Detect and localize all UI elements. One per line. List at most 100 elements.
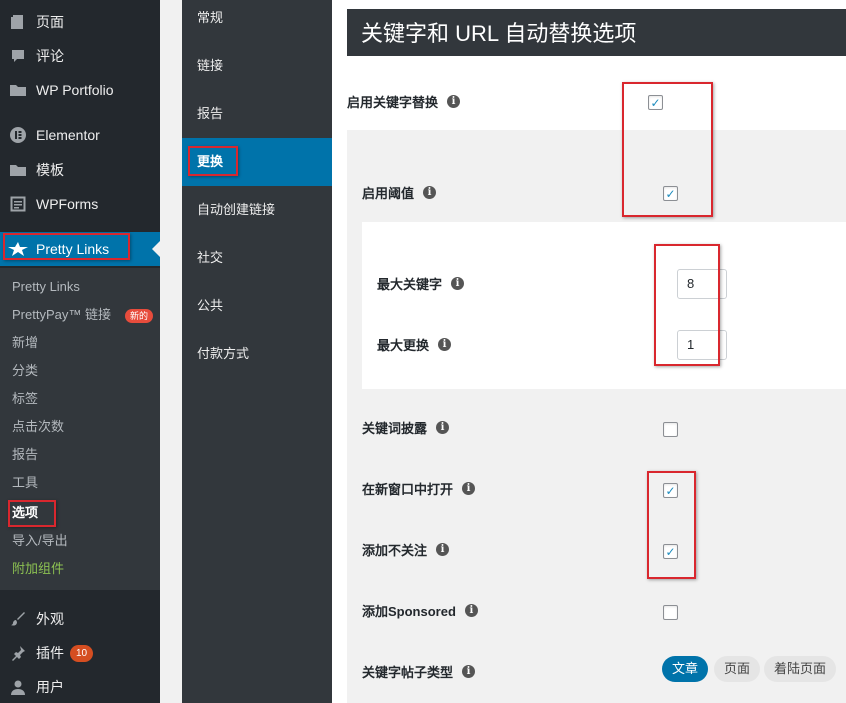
post-type-pill-posts[interactable]: 文章 <box>662 656 709 682</box>
enable-keyword-replace-checkbox[interactable]: ✓ <box>648 95 663 110</box>
wpforms-icon <box>0 196 36 212</box>
options-tab-auto-create[interactable]: 自动创建链接 <box>182 186 332 234</box>
option-row-enable-keyword-replace: 启用关键字替换 i <box>347 92 461 111</box>
options-panel: 关键字和 URL 自动替换选项 启用关键字替换 i ✓ 启用阈值 i ✓ 最大关键字… <box>332 0 846 703</box>
menu-item-comments[interactable]: 评论 <box>0 39 160 73</box>
option-row-add-nofollow: 添加不关注 i <box>362 540 450 559</box>
submenu-label: 标签 <box>12 391 39 406</box>
menu-item-templates[interactable]: 模板 <box>0 153 160 187</box>
submenu-item-add-new[interactable]: 新增 <box>12 329 38 357</box>
info-icon[interactable]: i <box>438 338 452 351</box>
elementor-icon <box>0 126 36 144</box>
menu-item-elementor[interactable]: Elementor <box>0 118 160 152</box>
submenu-item-options[interactable]: 选项 <box>12 499 38 527</box>
submenu-label: Pretty Links <box>12 279 80 294</box>
option-row-post-types: 关键字帖子类型 i <box>362 662 476 681</box>
submenu-label: 选项 <box>12 505 39 520</box>
checkmark-icon: ✓ <box>650 95 661 110</box>
option-label: 在新窗口中打开 <box>362 482 454 497</box>
option-label: 最大更换 <box>377 338 430 353</box>
info-icon[interactable]: i <box>436 543 450 556</box>
options-tab-reports[interactable]: 报告 <box>182 90 332 138</box>
info-icon[interactable]: i <box>447 95 461 108</box>
admin-sidebar: 页面 评论 WP Portfolio Elementor 模板 WPForms <box>0 0 160 703</box>
menu-item-wp-portfolio[interactable]: WP Portfolio <box>0 73 160 107</box>
post-type-pill-landing-pages[interactable]: 着陆页面 <box>764 656 837 682</box>
checkmark-icon: ✓ <box>665 186 676 201</box>
max-replacements-input[interactable]: 1 <box>677 330 727 360</box>
option-label: 启用关键字替换 <box>347 95 439 110</box>
options-tab-public[interactable]: 公共 <box>182 282 332 330</box>
option-row-max-keywords: 最大关键字 i <box>377 274 465 293</box>
page-title: 关键字和 URL 自动替换选项 <box>347 9 846 56</box>
menu-item-label: 页面 <box>36 14 64 30</box>
menu-item-users[interactable]: 用户 <box>0 670 160 703</box>
post-type-pill-pages[interactable]: 页面 <box>714 656 761 682</box>
info-icon[interactable]: i <box>464 604 478 617</box>
submenu-label: 点击次数 <box>12 419 65 434</box>
submenu-item-clicks[interactable]: 点击次数 <box>12 413 64 441</box>
menu-item-label: 外观 <box>36 611 64 627</box>
info-icon[interactable]: i <box>436 421 450 434</box>
add-nofollow-checkbox[interactable]: ✓ <box>663 544 678 559</box>
submenu-label: 附加组件 <box>12 561 65 576</box>
options-tab-general[interactable]: 常规 <box>182 0 332 42</box>
menu-item-label: WPForms <box>36 196 99 212</box>
keyword-disclosure-checkbox[interactable] <box>663 422 678 437</box>
submenu-item-prettypay[interactable]: PrettyPay™ 链接 新的 <box>12 301 153 329</box>
submenu-item-addons[interactable]: 附加组件 <box>12 555 64 583</box>
threshold-settings-box <box>362 222 846 389</box>
checkmark-icon: ✓ <box>665 483 676 498</box>
option-label: 关键词披露 <box>362 421 428 436</box>
enable-threshold-checkbox[interactable]: ✓ <box>663 186 678 201</box>
options-tab-links[interactable]: 链接 <box>182 42 332 90</box>
menu-item-plugins[interactable]: 插件 10 <box>0 636 160 670</box>
menu-item-appearance[interactable]: 外观 <box>0 602 160 636</box>
option-label: 添加不关注 <box>362 543 428 558</box>
brush-icon <box>0 611 36 627</box>
option-row-open-new-window: 在新窗口中打开 i <box>362 479 476 498</box>
folder-icon <box>0 82 36 98</box>
submenu-label: 工具 <box>12 475 39 490</box>
submenu-item-import-export[interactable]: 导入/导出 <box>12 527 68 555</box>
submenu-item-categories[interactable]: 分类 <box>12 357 38 385</box>
user-icon <box>0 679 36 695</box>
submenu-item-tags[interactable]: 标签 <box>12 385 38 413</box>
options-tab-replacements[interactable]: 更换 <box>182 138 332 186</box>
option-label: 添加Sponsored <box>362 604 456 619</box>
option-row-max-replacements: 最大更换 i <box>377 335 452 354</box>
info-icon[interactable]: i <box>462 665 476 678</box>
menu-item-label: 模板 <box>36 162 64 178</box>
menu-item-label: 插件 <box>36 645 64 661</box>
plugin-icon <box>0 645 36 661</box>
submenu-label: 分类 <box>12 363 39 378</box>
menu-item-pages[interactable]: 页面 <box>0 5 160 39</box>
info-icon[interactable]: i <box>462 482 476 495</box>
submenu-item-reports[interactable]: 报告 <box>12 441 38 469</box>
content-gutter <box>160 0 182 703</box>
menu-item-wpforms[interactable]: WPForms <box>0 187 160 221</box>
option-label: 最大关键字 <box>377 277 443 292</box>
comment-icon <box>0 48 36 64</box>
info-icon[interactable]: i <box>423 186 437 199</box>
max-keywords-input[interactable]: 8 <box>677 269 727 299</box>
menu-item-pretty-links[interactable]: Pretty Links <box>0 232 160 266</box>
submenu-label: 报告 <box>12 447 39 462</box>
submenu-label: 导入/导出 <box>12 533 68 548</box>
menu-item-label: WP Portfolio <box>36 82 114 98</box>
submenu-item-tools[interactable]: 工具 <box>12 469 38 497</box>
checkmark-icon: ✓ <box>665 544 676 559</box>
option-row-keyword-disclosure: 关键词披露 i <box>362 418 450 437</box>
options-nav: 常规 链接 报告 更换 自动创建链接 社交 公共 付款方式 <box>182 0 332 703</box>
page-icon <box>0 14 36 30</box>
new-badge: 新的 <box>124 308 153 323</box>
options-tab-payments[interactable]: 付款方式 <box>182 330 332 378</box>
info-icon[interactable]: i <box>451 277 465 290</box>
open-new-window-checkbox[interactable]: ✓ <box>663 483 678 498</box>
menu-item-label: Elementor <box>36 127 100 143</box>
folder-icon <box>0 162 36 178</box>
add-sponsored-checkbox[interactable] <box>663 605 678 620</box>
options-tab-social[interactable]: 社交 <box>182 234 332 282</box>
submenu-item-pretty-links[interactable]: Pretty Links <box>12 273 80 301</box>
submenu-label: PrettyPay™ 链接 <box>12 307 111 322</box>
